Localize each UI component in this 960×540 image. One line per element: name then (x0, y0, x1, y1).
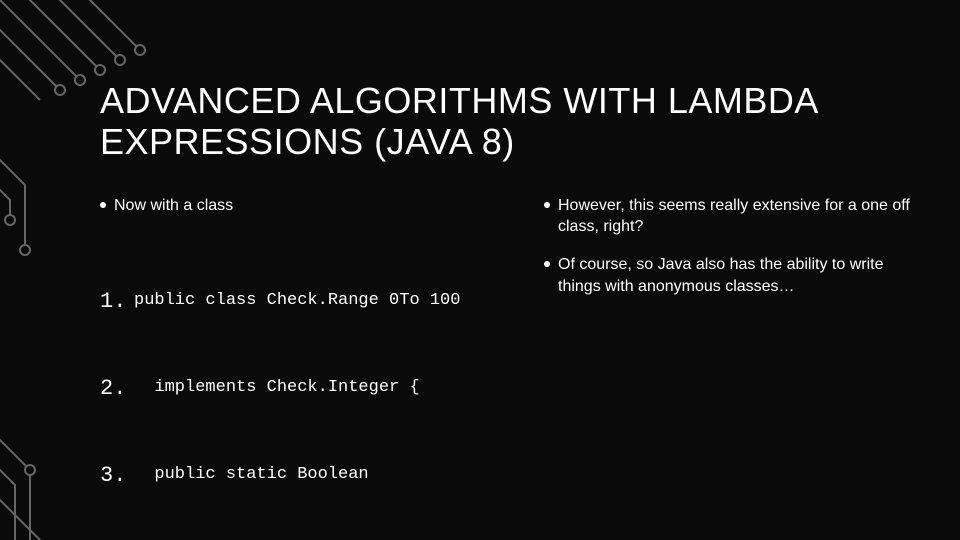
code-block: 1. public class Check.Range 0To 100 2. i… (100, 232, 520, 540)
bullet-dot-icon (544, 202, 550, 208)
slide: ADVANCED ALGORITHMS WITH LAMBDA EXPRESSI… (0, 0, 960, 540)
bullet-text: Now with a class (114, 195, 233, 217)
bullet-text: However, this seems really extensive for… (558, 195, 920, 238)
code-line: 3. public static Boolean (100, 459, 520, 493)
code-text: public static Boolean (134, 459, 369, 493)
left-column: Now with a class 1. public class Check.R… (100, 195, 520, 540)
content-columns: Now with a class 1. public class Check.R… (100, 195, 920, 540)
bullet-however: However, this seems really extensive for… (544, 195, 920, 238)
bullet-dot-icon (544, 261, 550, 267)
bullet-dot-icon (100, 202, 106, 208)
code-line: 2. implements Check.Integer { (100, 372, 520, 406)
code-text: implements Check.Integer { (134, 372, 420, 406)
bullet-text: Of course, so Java also has the ability … (558, 254, 920, 297)
bullet-of-course: Of course, so Java also has the ability … (544, 254, 920, 297)
right-column: However, this seems really extensive for… (544, 195, 920, 540)
line-number: 3. (100, 459, 134, 493)
code-line: 1. public class Check.Range 0To 100 (100, 285, 520, 319)
code-text: public class Check.Range 0To 100 (134, 285, 460, 319)
bullet-now-with-class: Now with a class (100, 195, 520, 217)
slide-title: ADVANCED ALGORITHMS WITH LAMBDA EXPRESSI… (100, 80, 920, 163)
line-number: 1. (100, 285, 134, 319)
line-number: 2. (100, 372, 134, 406)
